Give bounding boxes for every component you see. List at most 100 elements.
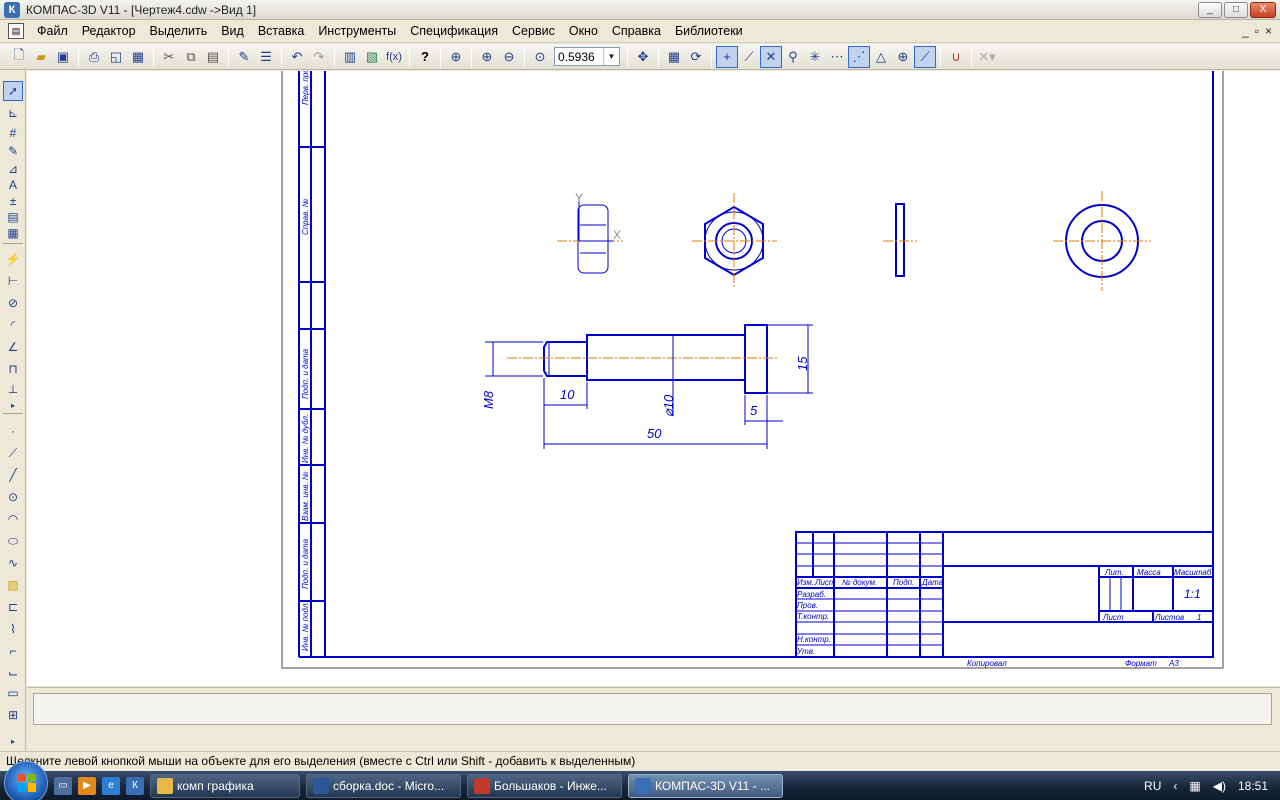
- close-button[interactable]: X: [1250, 2, 1276, 18]
- geometry-panel-icon[interactable]: ⊾: [3, 103, 23, 123]
- polyline-tool-icon[interactable]: ⌇: [3, 619, 23, 639]
- chamfer-tool-icon[interactable]: ⌙: [3, 663, 23, 683]
- more-tools-icon[interactable]: ▸: [3, 731, 23, 751]
- menu-help[interactable]: Справка: [605, 20, 668, 43]
- auto-line-icon[interactable]: ⚡: [3, 249, 23, 269]
- rectangle-tool-icon[interactable]: ▭: [3, 683, 23, 703]
- doc-restore-button[interactable]: ▫: [1255, 24, 1259, 38]
- network-icon[interactable]: ▦: [1189, 779, 1200, 793]
- menu-window[interactable]: Окно: [562, 20, 605, 43]
- save-icon[interactable]: ▣: [52, 46, 74, 68]
- variables-button[interactable]: f(x): [383, 46, 405, 68]
- snap-angle-icon[interactable]: ⋰: [848, 45, 870, 68]
- edit-panel-icon[interactable]: ✎: [3, 141, 23, 161]
- library-manager-icon[interactable]: ▧: [361, 46, 383, 68]
- clock[interactable]: 18:51: [1238, 779, 1268, 793]
- snap-intersection-icon[interactable]: ✕: [760, 45, 782, 68]
- zoom-out-icon[interactable]: ⊖: [498, 46, 520, 68]
- angle-dimension-icon[interactable]: ∠: [3, 337, 23, 357]
- snaps-dropdown-icon[interactable]: ✕▾: [976, 46, 998, 68]
- zoom-in-icon[interactable]: ⊕: [476, 46, 498, 68]
- tray-expand-icon[interactable]: ‹: [1173, 779, 1177, 793]
- snap-midpoint-icon[interactable]: △: [870, 46, 892, 68]
- menu-service[interactable]: Сервис: [505, 20, 562, 43]
- menu-tools[interactable]: Инструменты: [311, 20, 403, 43]
- snap-line-icon[interactable]: ⟋: [914, 45, 936, 68]
- redo-icon[interactable]: ↷: [308, 46, 330, 68]
- expand-panel-icon[interactable]: ▸: [3, 395, 23, 415]
- ellipse-tool-icon[interactable]: ⬭: [3, 531, 23, 551]
- task-folder[interactable]: комп графика: [150, 773, 300, 798]
- refresh-icon[interactable]: ▦: [663, 46, 685, 68]
- doc-close-button[interactable]: ×: [1265, 24, 1272, 38]
- kompas-quicklaunch-icon[interactable]: К: [126, 776, 144, 795]
- copy-icon[interactable]: ⧉: [180, 46, 202, 68]
- minimize-button[interactable]: _: [1198, 2, 1222, 18]
- cut-icon[interactable]: ✂: [158, 46, 180, 68]
- menu-file[interactable]: Файл: [30, 20, 75, 43]
- insert-fragment-icon[interactable]: ⊞: [3, 705, 23, 725]
- zoom-scale-icon[interactable]: ⊙: [529, 46, 551, 68]
- zoom-frame-icon[interactable]: ⊕: [445, 46, 467, 68]
- snap-point-icon[interactable]: +: [716, 45, 738, 68]
- radius-dimension-icon[interactable]: ◜: [3, 315, 23, 335]
- zoom-input[interactable]: [555, 49, 603, 64]
- manager-icon[interactable]: ▥: [339, 46, 361, 68]
- diameter-dimension-icon[interactable]: ⊘: [3, 293, 23, 313]
- undo-icon[interactable]: ↶: [286, 46, 308, 68]
- menu-view[interactable]: Вид: [214, 20, 251, 43]
- media-player-icon[interactable]: ▶: [78, 776, 96, 795]
- internet-explorer-icon[interactable]: e: [102, 776, 120, 795]
- print-icon[interactable]: ⎙: [83, 46, 105, 68]
- reports-panel-icon[interactable]: ▦: [3, 223, 23, 243]
- chevron-down-icon[interactable]: ▼: [603, 48, 619, 65]
- doc-minimize-button[interactable]: _: [1242, 24, 1249, 38]
- spline-tool-icon[interactable]: ∿: [3, 553, 23, 573]
- equidistant-tool-icon[interactable]: ⊏: [3, 597, 23, 617]
- open-folder-icon[interactable]: ▰: [30, 46, 52, 68]
- menu-select[interactable]: Выделить: [143, 20, 215, 43]
- menu-libraries[interactable]: Библиотеки: [668, 20, 750, 43]
- show-desktop-icon[interactable]: ▭: [54, 776, 72, 795]
- task-kompas[interactable]: КОМПАС-3D V11 - ...: [628, 773, 783, 798]
- snap-tangent-icon[interactable]: ⚲: [782, 46, 804, 68]
- task-pdf-document[interactable]: Большаков - Инже...: [467, 773, 622, 798]
- hatch-tool-icon[interactable]: ▨: [3, 575, 23, 595]
- select-tool-icon[interactable]: ➚: [3, 81, 23, 101]
- menu-specification[interactable]: Спецификация: [403, 20, 505, 43]
- chain-dimension-icon[interactable]: ⊓: [3, 359, 23, 379]
- fillet-tool-icon[interactable]: ⌐: [3, 641, 23, 661]
- menu-insert[interactable]: Вставка: [251, 20, 311, 43]
- magnet-icon[interactable]: ∪: [945, 46, 967, 68]
- arc-tool-icon[interactable]: ◠: [3, 509, 23, 529]
- pan-icon[interactable]: ✥: [632, 46, 654, 68]
- menu-editor[interactable]: Редактор: [75, 20, 143, 43]
- property-panel-area[interactable]: [33, 693, 1272, 725]
- maximize-button[interactable]: □: [1224, 2, 1248, 18]
- properties-icon[interactable]: ☰: [255, 46, 277, 68]
- document-icon[interactable]: ▤: [8, 23, 24, 39]
- snap-center-icon[interactable]: ⊕: [892, 46, 914, 68]
- drawing-canvas[interactable]: .b { stroke:#0000cc; fill:none; stroke-w…: [27, 71, 1280, 686]
- rebuild-icon[interactable]: ⟳: [685, 46, 707, 68]
- language-indicator[interactable]: RU: [1144, 779, 1161, 793]
- grid-panel-icon[interactable]: #: [3, 123, 23, 143]
- snap-normal-icon[interactable]: ✳: [804, 46, 826, 68]
- context-help-button[interactable]: ?: [414, 46, 436, 68]
- copy-properties-icon[interactable]: ✎: [233, 46, 255, 68]
- volume-icon[interactable]: ◀): [1213, 779, 1226, 793]
- segment-tool-icon[interactable]: ╱: [3, 465, 23, 485]
- task-word-document[interactable]: сборка.doc - Micro...: [306, 773, 461, 798]
- zoom-combo[interactable]: ▼: [554, 47, 620, 66]
- paste-icon[interactable]: ▤: [202, 46, 224, 68]
- point-tool-icon[interactable]: ·: [3, 421, 23, 441]
- new-document-icon[interactable]: 🗋: [8, 46, 30, 68]
- start-button[interactable]: [4, 760, 48, 800]
- aux-line-icon[interactable]: ⟋: [3, 443, 23, 463]
- print-preview-icon[interactable]: ◱: [105, 46, 127, 68]
- snap-nearest-icon[interactable]: ⟋: [738, 46, 760, 68]
- page-setup-icon[interactable]: ▦: [127, 46, 149, 68]
- snap-grid-icon[interactable]: ⋯: [826, 46, 848, 68]
- linear-dimension-icon[interactable]: ⊢: [3, 271, 23, 291]
- circle-tool-icon[interactable]: ⊙: [3, 487, 23, 507]
